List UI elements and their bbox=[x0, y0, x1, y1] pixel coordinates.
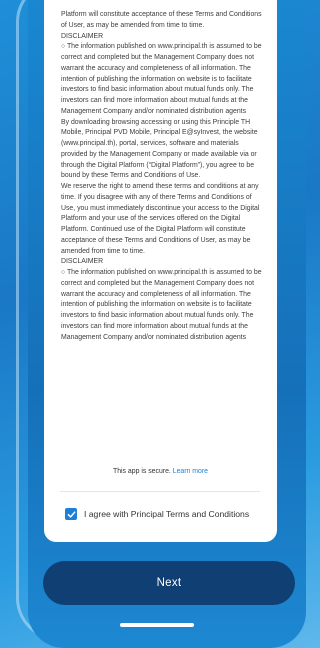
divider bbox=[60, 491, 260, 492]
checkmark-icon bbox=[67, 510, 75, 518]
next-button[interactable]: Next bbox=[43, 561, 295, 605]
agree-checkbox[interactable] bbox=[65, 508, 77, 520]
security-text: This app is secure. bbox=[112, 468, 171, 475]
terms-text[interactable]: Platform will constitute acceptance of t… bbox=[61, 10, 267, 460]
home-indicator bbox=[120, 623, 194, 627]
security-notice: This app is secure. Learn more bbox=[44, 468, 277, 475]
agree-row[interactable]: I agree with Principal Terms and Conditi… bbox=[65, 508, 249, 520]
agree-label: I agree with Principal Terms and Conditi… bbox=[84, 509, 250, 519]
learn-more-link[interactable]: Learn more bbox=[173, 468, 208, 475]
terms-card: Platform will constitute acceptance of t… bbox=[44, 0, 277, 542]
